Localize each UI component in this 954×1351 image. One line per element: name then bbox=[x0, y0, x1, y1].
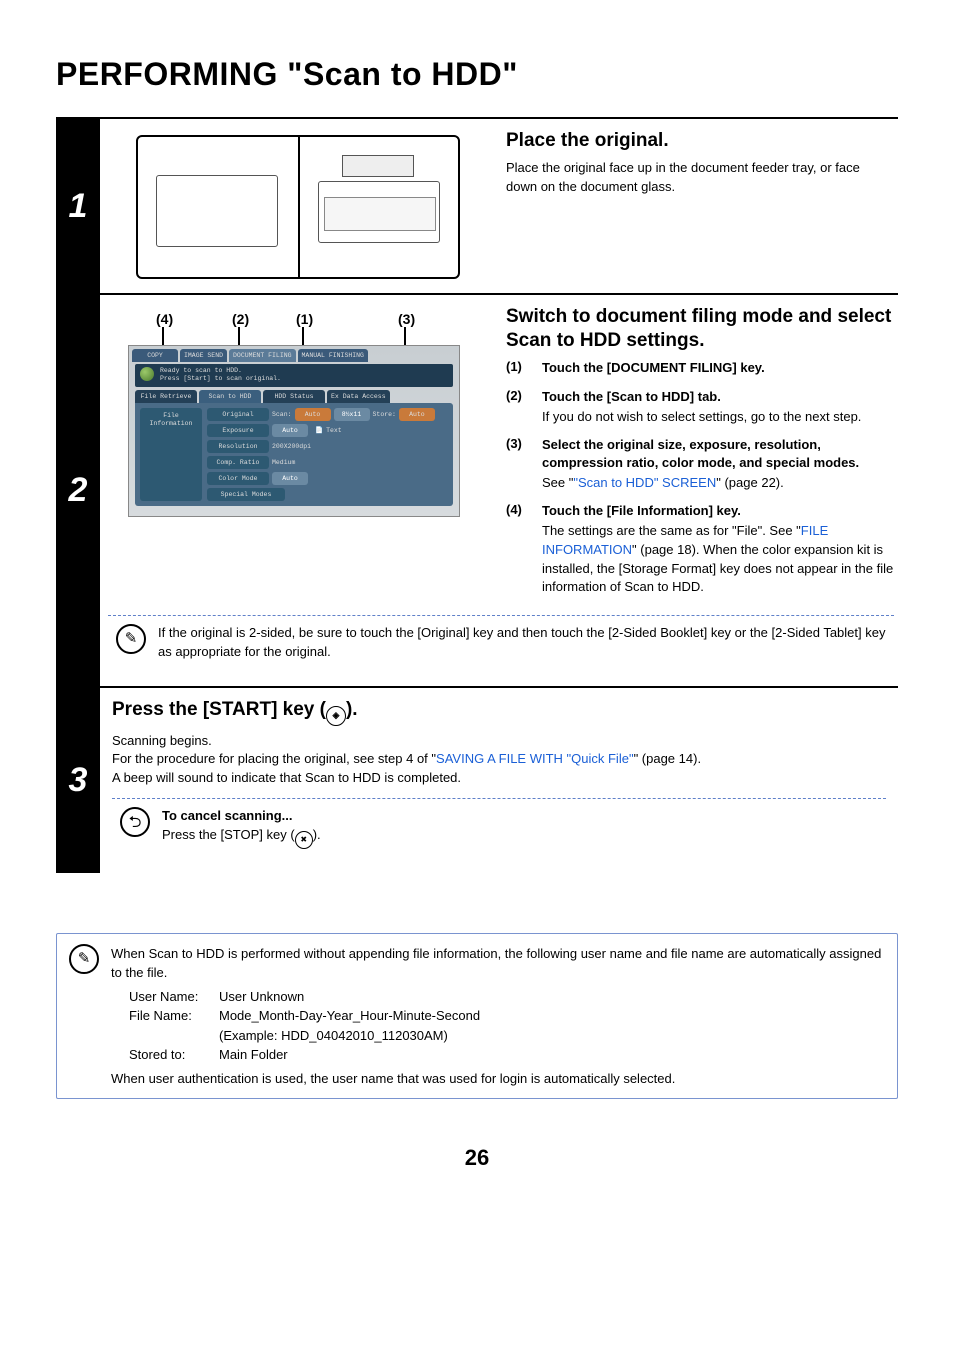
step-2-number: 2 bbox=[56, 295, 100, 686]
ts-comp-ratio-button[interactable]: Comp. Ratio bbox=[207, 456, 269, 469]
step-3-heading: Press the [START] key (). bbox=[112, 698, 886, 726]
start-key-icon bbox=[326, 706, 346, 726]
ts-resolution-button[interactable]: Resolution bbox=[207, 440, 269, 453]
touchscreen: COPY IMAGE SEND DOCUMENT FILING MANUAL F… bbox=[128, 345, 460, 517]
instr-title-2: Touch the [Scan to HDD] tab. bbox=[542, 388, 894, 406]
ts-subtab-scan-to-hdd[interactable]: Scan to HDD bbox=[199, 390, 261, 403]
touchscreen-wrapper: (4) (2) (1) (3) COPY IMAGE SEND DOC bbox=[128, 311, 468, 591]
bottom-note-box: When Scan to HDD is performed without ap… bbox=[56, 933, 898, 1100]
step-2: 2 (4) (2) (1) (3) COPY bbox=[56, 293, 898, 686]
back-icon bbox=[120, 807, 150, 837]
cancel-heading: To cancel scanning... bbox=[162, 807, 321, 826]
ts-scan-size[interactable]: 8½x11 bbox=[334, 408, 370, 421]
callout-2: (2) bbox=[232, 311, 249, 327]
link-quick-file[interactable]: SAVING A FILE WITH "Quick File" bbox=[436, 751, 634, 766]
callout-1: (1) bbox=[296, 311, 313, 327]
boxnote-intro: When Scan to HDD is performed without ap… bbox=[111, 944, 885, 983]
ts-color-mode-button[interactable]: Color Mode bbox=[207, 472, 269, 485]
callout-4: (4) bbox=[156, 311, 173, 327]
boxnote-row-username: User Name: User Unknown bbox=[129, 987, 885, 1007]
step-3-line1: Scanning begins. bbox=[112, 732, 886, 751]
ts-tab-manual-finishing[interactable]: MANUAL FINISHING bbox=[298, 349, 368, 362]
ts-original-button[interactable]: Original bbox=[207, 408, 269, 421]
ts-scan-auto[interactable]: Auto bbox=[295, 408, 331, 421]
ts-ready-line2: Press [Start] to scan original. bbox=[160, 375, 281, 383]
step-3-line3: A beep will sound to indicate that Scan … bbox=[112, 769, 886, 788]
instr-num-3: (3) bbox=[506, 436, 534, 492]
ts-special-modes-button[interactable]: Special Modes bbox=[207, 488, 285, 501]
ts-file-information-button[interactable]: File Information bbox=[140, 408, 202, 501]
callout-3: (3) bbox=[398, 311, 415, 327]
step-3-cancel-note: To cancel scanning... Press the [STOP] k… bbox=[112, 799, 886, 859]
instr-num-4: (4) bbox=[506, 502, 534, 597]
ts-ready-line1: Ready to scan to HDD. bbox=[160, 367, 281, 375]
note-icon bbox=[116, 624, 146, 654]
page-number: 26 bbox=[56, 1145, 898, 1171]
ts-comp-ratio-value: Medium bbox=[272, 459, 295, 466]
step-3-line2: For the procedure for placing the origin… bbox=[112, 750, 886, 769]
step-1-heading: Place the original. bbox=[506, 129, 894, 153]
stop-key-icon bbox=[295, 831, 313, 849]
ts-color-mode-value: Auto bbox=[272, 472, 308, 485]
step-1-body: Place the original face up in the docume… bbox=[506, 159, 894, 197]
ts-subtab-ex-data-access[interactable]: Ex Data Access bbox=[327, 390, 390, 403]
ts-store-auto[interactable]: Auto bbox=[399, 408, 435, 421]
step-2-note-text: If the original is 2-sided, be sure to t… bbox=[158, 624, 890, 662]
instr-body-4: The settings are the same as for "File".… bbox=[542, 522, 894, 597]
boxnote-row-example: (Example: HDD_04042010_112030AM) bbox=[129, 1026, 885, 1046]
ts-tab-document-filing[interactable]: DOCUMENT FILING bbox=[229, 349, 296, 362]
step-3: 3 Press the [START] key (). Scanning beg… bbox=[56, 686, 898, 873]
ts-tab-copy[interactable]: COPY bbox=[132, 349, 178, 362]
step-3-number: 3 bbox=[56, 688, 100, 873]
cancel-body: Press the [STOP] key (). bbox=[162, 826, 321, 849]
ts-exposure-mode: Text bbox=[326, 427, 342, 434]
ts-subtab-hdd-status[interactable]: HDD Status bbox=[263, 390, 325, 403]
instr-body-3: See ""Scan to HDD" SCREEN" (page 22). bbox=[542, 474, 894, 493]
link-scan-to-hdd-screen[interactable]: "Scan to HDD" SCREEN bbox=[573, 475, 716, 490]
instr-num-1: (1) bbox=[506, 359, 534, 379]
ts-scan-label: Scan: bbox=[272, 411, 292, 418]
instr-body-2: If you do not wish to select settings, g… bbox=[542, 408, 894, 427]
boxnote-outro: When user authentication is used, the us… bbox=[111, 1069, 885, 1089]
instr-item-1: (1) Touch the [DOCUMENT FILING] key. bbox=[506, 359, 894, 379]
instr-title-4: Touch the [File Information] key. bbox=[542, 502, 894, 520]
ts-resolution-value: 200X200dpi bbox=[272, 443, 311, 450]
step-1-number: 1 bbox=[56, 119, 100, 293]
instr-title-1: Touch the [DOCUMENT FILING] key. bbox=[542, 359, 894, 377]
page: PERFORMING "Scan to HDD" 1 Place the ori… bbox=[0, 0, 954, 1211]
instr-title-3: Select the original size, exposure, reso… bbox=[542, 436, 894, 471]
instr-item-3: (3) Select the original size, exposure, … bbox=[506, 436, 894, 492]
step-2-note: If the original is 2-sided, be sure to t… bbox=[108, 616, 894, 672]
step-1: 1 Place the original. Place the original… bbox=[56, 117, 898, 293]
instr-num-2: (2) bbox=[506, 388, 534, 426]
page-title: PERFORMING "Scan to HDD" bbox=[56, 56, 898, 93]
ts-exposure-value: Auto bbox=[272, 424, 308, 437]
printer-illustration bbox=[136, 135, 460, 279]
step-2-heading: Switch to document filing mode and selec… bbox=[506, 305, 894, 353]
ts-subtab-file-retrieve[interactable]: File Retrieve bbox=[135, 390, 197, 403]
ts-exposure-button[interactable]: Exposure bbox=[207, 424, 269, 437]
boxnote-row-filename: File Name: Mode_Month-Day-Year_Hour-Minu… bbox=[129, 1006, 885, 1026]
instr-item-2: (2) Touch the [Scan to HDD] tab. If you … bbox=[506, 388, 894, 426]
ts-tab-image-send[interactable]: IMAGE SEND bbox=[180, 349, 227, 362]
ts-store-label: Store: bbox=[373, 411, 396, 418]
ready-icon bbox=[140, 367, 154, 381]
note-icon bbox=[69, 944, 99, 974]
instr-item-4: (4) Touch the [File Information] key. Th… bbox=[506, 502, 894, 597]
boxnote-row-storedto: Stored to: Main Folder bbox=[129, 1045, 885, 1065]
ts-ready-bar: Ready to scan to HDD. Press [Start] to s… bbox=[135, 364, 453, 387]
